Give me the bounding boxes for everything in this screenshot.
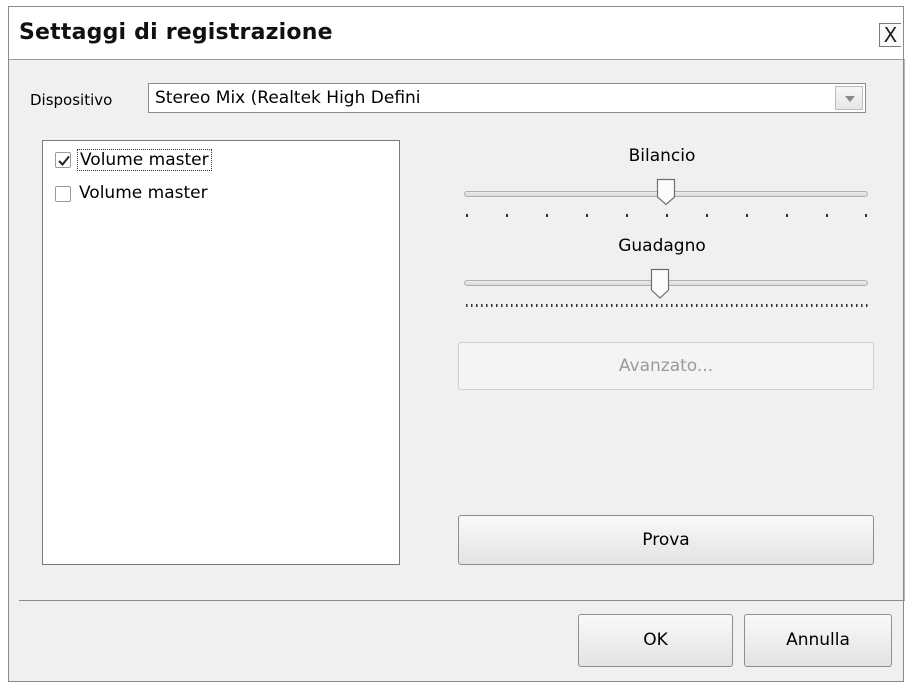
device-select[interactable]: Stereo Mix (Realtek High Defini [148,83,866,113]
balance-slider-thumb[interactable] [656,178,676,206]
cancel-button[interactable]: Annulla [744,614,892,667]
balance-label: Bilancio [628,146,696,166]
channel-checkbox[interactable] [55,152,71,168]
ok-button[interactable]: OK [578,614,733,667]
device-selected-value: Stereo Mix (Realtek High Defini [155,88,421,108]
dialog-title: Settaggi di registrazione [19,20,333,45]
channel-label: Volume master [77,149,212,171]
advanced-button[interactable]: Avanzato... [458,342,874,390]
channel-list[interactable]: Volume master Volume master [42,140,400,565]
gain-slider-ticks [466,304,868,307]
chevron-down-icon[interactable] [835,86,863,110]
title-bar: Settaggi di registrazione X [9,7,903,60]
close-icon: X [883,23,898,47]
channel-label: Volume master [79,183,208,203]
device-label: Dispositivo [30,91,113,109]
balance-slider-ticks [466,214,867,217]
checkmark-icon [58,155,70,166]
gain-label: Guadagno [618,236,706,256]
close-button[interactable]: X [879,23,901,47]
channel-checkbox[interactable] [55,186,71,202]
gain-slider-thumb[interactable] [650,268,670,300]
test-button[interactable]: Prova [458,515,874,565]
